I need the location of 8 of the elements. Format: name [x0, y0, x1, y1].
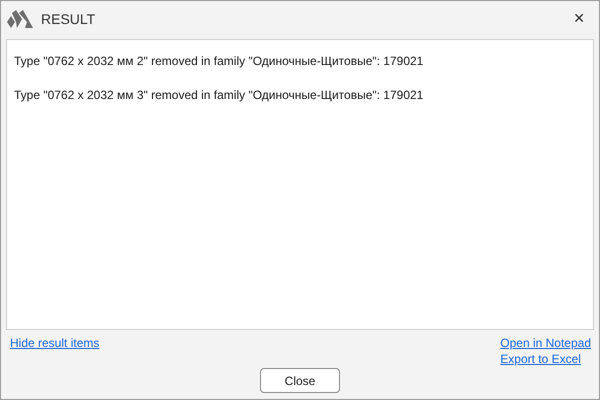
link[interactable]: Hide result items: [10, 336, 100, 350]
result-message: Type "0762 x 2032 мм 3" removed in family "Одиночные-Щитовые": 179021: [14, 88, 424, 102]
close-button[interactable]: Close: [260, 368, 340, 393]
link[interactable]: Open in Notepad: [500, 336, 591, 350]
window-title: RESULT: [41, 11, 96, 27]
logo-icon: [7, 10, 33, 28]
link[interactable]: Export to Excel: [500, 352, 581, 366]
result-message: Type "0762 x 2032 мм 2" removed in family "Одиночные-Щитовые": 179021: [14, 54, 424, 68]
